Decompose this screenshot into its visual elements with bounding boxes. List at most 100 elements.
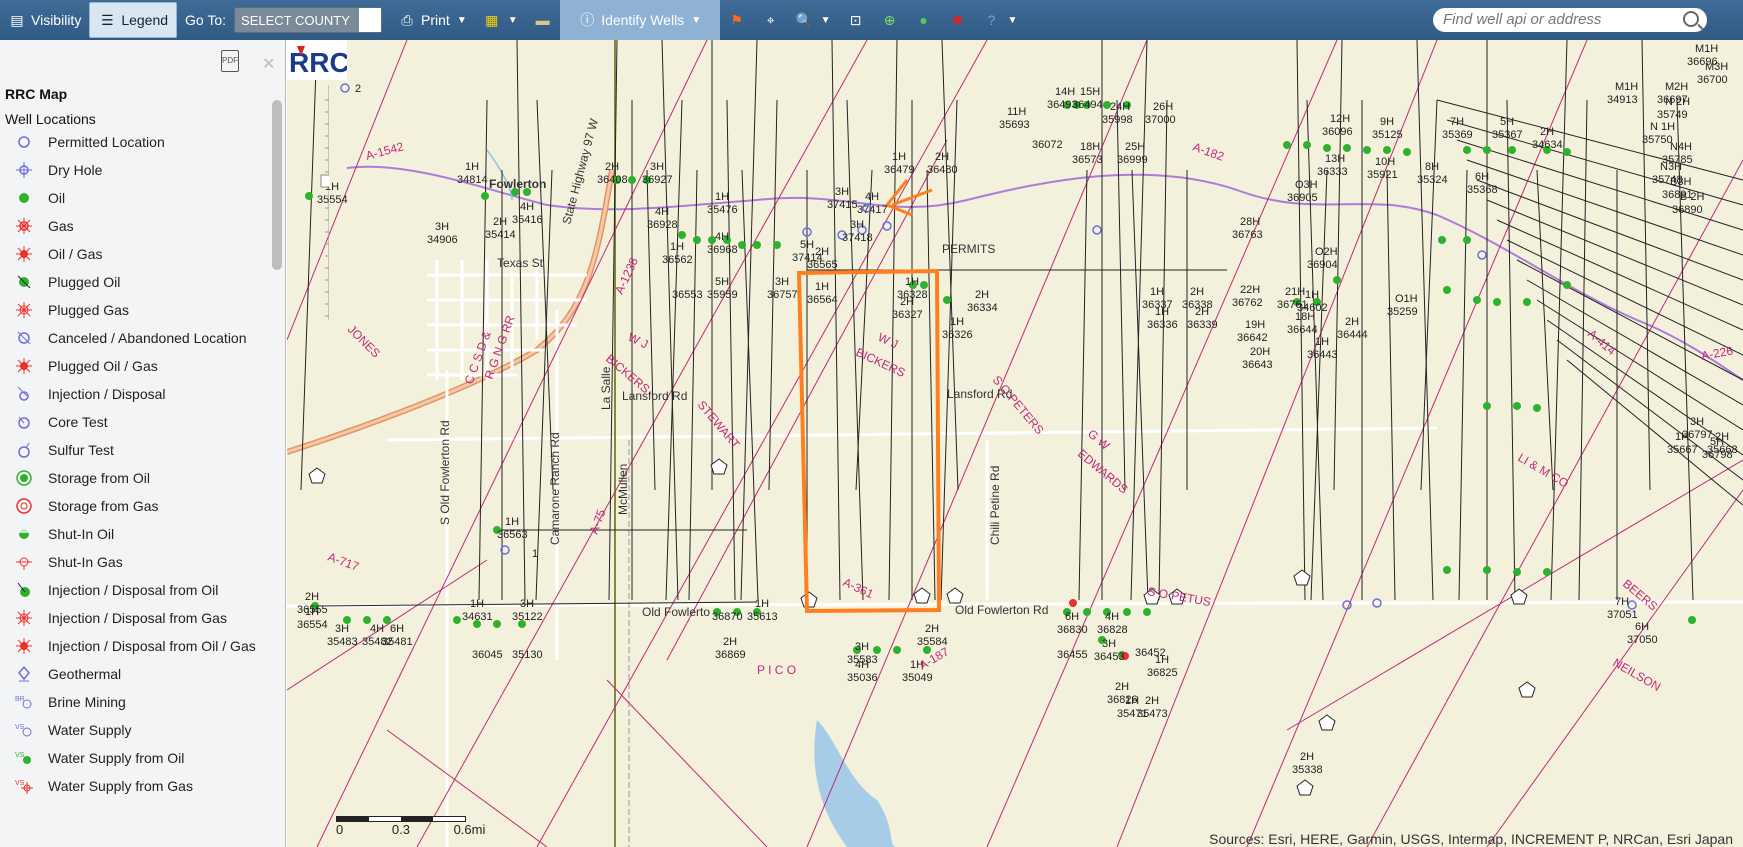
svg-text:4H: 4H (1105, 611, 1119, 623)
legend-item: Injection / Disposal from Gas (0, 604, 270, 632)
svg-text:36869: 36869 (715, 649, 746, 661)
svg-text:37000: 37000 (1145, 114, 1176, 126)
svg-text:La Salle: La Salle (599, 366, 613, 410)
svg-text:35049: 35049 (902, 672, 933, 684)
locate-button[interactable]: ⊕ (873, 2, 907, 38)
pdf-icon[interactable]: PDF (221, 50, 239, 72)
scale-bar: 0 0.3 0.6mi (336, 816, 485, 837)
map-svg: 1H355541H348143H349062H354144H354162H364… (287, 40, 1743, 847)
svg-text:35481: 35481 (382, 636, 413, 648)
legend-item-label: Injection / Disposal (48, 385, 166, 402)
zoom-handle[interactable] (320, 174, 329, 188)
svg-text:20H: 20H (1250, 346, 1270, 358)
svg-text:35036: 35036 (847, 672, 878, 684)
pond (814, 720, 897, 847)
svg-text:35125: 35125 (1372, 129, 1403, 141)
svg-text:6H: 6H (1475, 171, 1489, 183)
svg-text:2H: 2H (925, 623, 939, 635)
svg-text:6H: 6H (1065, 611, 1079, 623)
svg-text:36327: 36327 (892, 309, 923, 321)
svg-text:36443: 36443 (1307, 349, 1338, 361)
svg-text:9H: 9H (1380, 116, 1394, 128)
basemap-grid-icon: ▦ (485, 11, 499, 28)
svg-text:36927: 36927 (642, 174, 673, 186)
svg-text:A-182: A-182 (1191, 140, 1226, 164)
svg-text:36479: 36479 (884, 164, 915, 176)
chevron-down-icon: ▼ (691, 14, 702, 26)
legend-item-label: Brine Mining (48, 693, 126, 710)
svg-text:35473: 35473 (1137, 708, 1168, 720)
legend-item-label: Water Supply from Gas (48, 777, 193, 794)
search-input[interactable]: Find well api or address (1433, 8, 1707, 32)
legend-item-label: Plugged Oil / Gas (48, 357, 158, 374)
print-button[interactable]: ⎙ Print ▼ (390, 2, 475, 38)
visibility-button[interactable]: ▤ Visibility (0, 2, 89, 38)
close-legend-icon[interactable]: ✕ (262, 54, 275, 74)
visibility-icon: ▤ (10, 11, 24, 28)
identify-wells-button[interactable]: ⓘ Identify Wells ▼ (559, 0, 720, 40)
help-button[interactable]: ? ▼ (975, 2, 1026, 38)
permitted-location-icon (0, 133, 48, 151)
legend-item-label: Storage from Gas (48, 497, 159, 514)
svg-text:15H: 15H (1080, 86, 1100, 98)
legend-item: Gas (0, 212, 270, 240)
svg-text:18H: 18H (1295, 311, 1315, 323)
svg-text:2: 2 (355, 83, 361, 95)
zoom-slider[interactable] (317, 80, 329, 320)
svg-text:VS: VS (15, 752, 25, 759)
search-icon[interactable] (1683, 11, 1699, 27)
canceled-location-icon (0, 329, 48, 347)
flag-button[interactable]: ⚑ (720, 2, 754, 38)
clear-button[interactable]: ✖ (941, 2, 975, 38)
svg-text:6H: 6H (1635, 621, 1649, 633)
legend-item-label: Canceled / Abandoned Location (48, 329, 247, 346)
svg-text:4H: 4H (865, 191, 879, 203)
globe-icon: ● (919, 12, 928, 28)
svg-text:35122: 35122 (512, 611, 543, 623)
globe-button[interactable]: ● (907, 2, 941, 38)
legend-item: Oil (0, 184, 270, 212)
svg-text:O1H: O1H (1395, 293, 1418, 305)
dry-hole-icon (0, 161, 48, 179)
printer-icon: ⎙ (401, 11, 413, 28)
legend-item-label: Permitted Location (48, 133, 165, 150)
county-select[interactable]: SELECT COUNTY (234, 7, 383, 33)
svg-text:35750: 35750 (1642, 134, 1673, 146)
svg-text:A-226: A-226 (1700, 344, 1734, 363)
svg-text:3H: 3H (855, 641, 869, 653)
svg-text:36480: 36480 (927, 164, 958, 176)
zoom-button[interactable]: 🔍 ▼ (788, 2, 839, 38)
layers-icon: ▬ (535, 12, 550, 28)
svg-text:36072: 36072 (1032, 139, 1063, 151)
svg-text:35667: 35667 (1667, 444, 1698, 456)
svg-text:7H: 7H (1615, 596, 1629, 608)
svg-text:36999: 36999 (1117, 154, 1148, 166)
svg-text:36455: 36455 (1057, 649, 1088, 661)
layers-button[interactable]: ▬ (526, 2, 560, 38)
svg-text:34913: 34913 (1607, 94, 1638, 106)
legend-item: Plugged Oil (0, 268, 270, 296)
full-extent-button[interactable]: ⊡ (839, 2, 873, 38)
legend-item: Core Test (0, 408, 270, 436)
basemap-button[interactable]: ▦ ▼ (475, 2, 526, 38)
legend-item-label: Water Supply (48, 721, 132, 738)
svg-text:35921: 35921 (1367, 169, 1398, 181)
map-canvas[interactable]: 1H 35554 1H 34814 3H 34906 2H 35414 4H 35416 2H 364… (287, 40, 1743, 847)
svg-text:M1H: M1H (1695, 43, 1718, 55)
svg-text:36554: 36554 (297, 619, 328, 631)
svg-text:2H: 2H (605, 161, 619, 173)
plugged-oil-gas-icon (0, 357, 48, 375)
legend-button[interactable]: ☰ Legend (89, 2, 178, 38)
goto-label: Go To: (185, 12, 227, 28)
svg-text:36642: 36642 (1237, 332, 1268, 344)
crosshair-button[interactable]: ⌖ (754, 2, 788, 38)
svg-text:1H: 1H (505, 516, 519, 528)
svg-text:36700: 36700 (1697, 74, 1728, 86)
legend-item: VS Water Supply from Gas (0, 772, 270, 800)
brine-mining-icon: BR (0, 693, 48, 711)
svg-text:37414: 37414 (792, 252, 823, 264)
svg-text:4H: 4H (370, 623, 384, 635)
legend-item-label: Injection / Disposal from Oil (48, 581, 219, 598)
svg-text:Texas St: Texas St (497, 256, 544, 270)
legend-scroll-thumb[interactable] (272, 100, 282, 270)
